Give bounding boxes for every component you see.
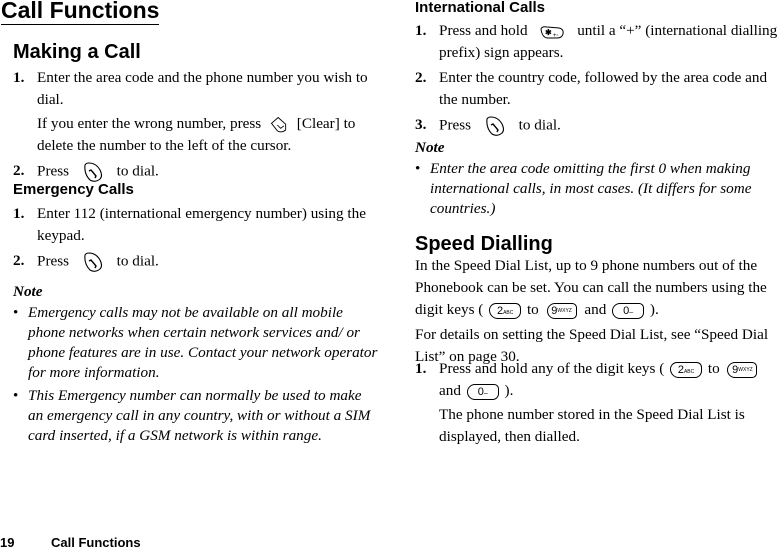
svg-text:✱: ✱ [545,28,552,37]
bullet: • [13,387,19,404]
page-number: 19 [0,535,15,550]
bullet: • [13,304,19,321]
step-item: 1. Enter 112 (international emergency nu… [13,203,379,247]
note-title: Note [13,283,43,300]
section-heading-emergency: Emergency Calls [13,181,134,198]
international-steps: 1. Press and hold ✱ +◦ until a “+” (inte… [415,20,778,138]
step-text: Press and hold any of the digit keys ( 2… [439,358,778,402]
step-subtext: The phone number stored in the Speed Dia… [439,406,745,445]
key-2-icon: 2ABC [489,302,522,319]
step-number: 2. [13,162,25,179]
making-call-steps: 1. Enter the area code and the phone num… [13,67,379,184]
step-number: 1. [415,22,427,39]
step-item: 1. Enter the area code and the phone num… [13,67,379,157]
page-title: Call Functions [1,0,160,25]
key-0-icon: 0– [466,383,499,400]
emergency-steps: 1. Enter 112 (international emergency nu… [13,203,379,274]
note-title: Note [415,139,445,156]
step-item: 1. Press and hold any of the digit keys … [415,358,778,448]
footer-section-title: Call Functions [51,535,141,550]
step-item: 2. Enter the country code, followed by t… [415,67,778,111]
step-number: 1. [13,205,25,222]
intro-paragraph: In the Speed Dial List, up to 9 phone nu… [415,257,767,319]
step-subtext: If you enter the wrong number, press [Cl… [37,115,356,154]
step-number: 3. [415,116,427,133]
step-number: 2. [415,69,427,86]
international-note: Note • Enter the area code omitting the … [415,137,778,219]
send-key-icon [483,114,507,138]
key-2-icon: 2ABC [670,361,703,378]
key-9-icon: 9WXYZ [546,302,577,319]
step-number: 1. [415,360,427,377]
step-number: 1. [13,69,25,86]
emergency-note: Note • Emergency calls may not be availa… [13,281,379,446]
section-heading-speed-dialling: Speed Dialling [415,233,553,255]
step-text: Enter the country code, followed by the … [439,69,768,108]
step-item: 1. Press and hold ✱ +◦ until a “+” (inte… [415,22,778,61]
note-item: • This Emergency number can normally be … [13,387,371,444]
step-text: Enter the area code and the phone number… [37,69,368,108]
step-item: 3. Press to dial. [415,114,778,138]
send-key-icon [81,250,105,274]
note-item: • Enter the area code omitting the first… [415,160,752,217]
speed-dialling-intro: In the Speed Dial List, up to 9 phone nu… [415,255,778,368]
step-item: 2. Press to dial. [13,250,379,274]
section-heading-international: International Calls [415,0,546,16]
svg-text:+◦: +◦ [553,33,559,39]
key-9-icon: 9WXYZ [727,361,758,378]
section-heading-making-call: Making a Call [13,41,141,63]
clear-key-icon [269,115,289,135]
bullet: • [415,160,421,177]
step-number: 2. [13,252,25,269]
key-0-icon: 0– [612,302,645,319]
note-item: • Emergency calls may not be available o… [13,304,378,381]
step-text: Enter 112 (international emergency numbe… [37,205,366,244]
star-plus-key-icon: ✱ +◦ [540,25,565,39]
speed-dialling-steps: 1. Press and hold any of the digit keys … [415,358,778,448]
